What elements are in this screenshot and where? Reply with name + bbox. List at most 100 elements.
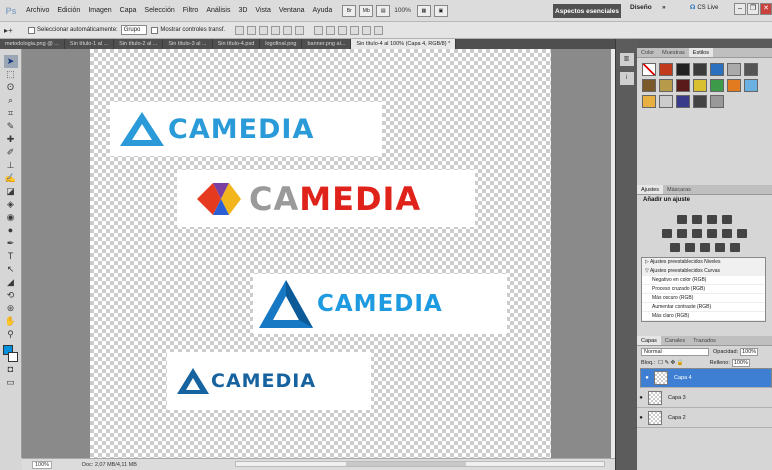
channel-mixer-icon[interactable] bbox=[737, 229, 747, 238]
tab-active-document[interactable]: Sin título-4 al 100% (Capa 4, RGB/8) * bbox=[351, 39, 457, 49]
tab-paths[interactable]: Trazados bbox=[689, 336, 720, 345]
align-center-icon[interactable] bbox=[283, 25, 293, 35]
style-swatch[interactable] bbox=[659, 79, 673, 92]
eraser-tool-icon[interactable]: ◪ bbox=[4, 185, 18, 198]
style-swatch[interactable] bbox=[659, 95, 673, 108]
auto-select-dropdown[interactable]: Grupo bbox=[120, 25, 148, 35]
align-bottom-icon[interactable] bbox=[259, 25, 269, 35]
distribute-right-icon[interactable] bbox=[374, 25, 384, 35]
pen-tool-icon[interactable]: ✒ bbox=[4, 237, 18, 250]
preset-group-curves[interactable]: ▽ Ajustes preestablecidos Curvas bbox=[642, 267, 765, 276]
minibridge-icon[interactable]: Mb bbox=[359, 4, 374, 17]
distribute-top-icon[interactable] bbox=[314, 25, 324, 35]
shape-tool-icon[interactable]: ◢ bbox=[4, 276, 18, 289]
arrange-documents-icon[interactable]: ▦ bbox=[416, 4, 431, 17]
style-swatch[interactable] bbox=[642, 79, 656, 92]
menu-ventana[interactable]: Ventana bbox=[275, 7, 309, 14]
cs-live[interactable]: ☊ CS Live bbox=[690, 4, 718, 12]
horizontal-scrollbar[interactable] bbox=[235, 461, 605, 467]
style-none[interactable] bbox=[642, 63, 656, 76]
style-swatch[interactable] bbox=[676, 95, 690, 108]
black-white-icon[interactable] bbox=[707, 229, 717, 238]
tab-metodologia[interactable]: metodologia.png @ ... bbox=[0, 39, 65, 49]
menu-edicion[interactable]: Edición bbox=[53, 7, 84, 14]
style-swatch[interactable] bbox=[693, 63, 707, 76]
screen-mode-icon[interactable]: ▭ bbox=[4, 376, 18, 389]
zoom-level[interactable]: 100% bbox=[394, 7, 411, 14]
tab-color[interactable]: Color bbox=[637, 48, 658, 57]
tab-channels[interactable]: Canales bbox=[661, 336, 689, 345]
photo-filter-icon[interactable] bbox=[722, 229, 732, 238]
distribute-middle-icon[interactable] bbox=[326, 25, 336, 35]
menu-ayuda[interactable]: Ayuda bbox=[309, 7, 337, 14]
preset-item[interactable]: Más oscuro (RGB) bbox=[642, 294, 765, 303]
style-swatch[interactable] bbox=[693, 95, 707, 108]
auto-select-checkbox[interactable] bbox=[28, 26, 35, 34]
scrollbar-thumb[interactable] bbox=[346, 462, 466, 466]
tab-sin-titulo-4-psd[interactable]: Sin título-4.psd bbox=[213, 39, 261, 49]
brush-tool-icon[interactable]: ✐ bbox=[4, 146, 18, 159]
layer-row[interactable]: ● Capa 2 bbox=[637, 408, 772, 428]
menu-imagen[interactable]: Imagen bbox=[84, 7, 115, 14]
hand-tool-icon[interactable]: ✋ bbox=[4, 315, 18, 328]
design-workspace[interactable]: Diseño bbox=[630, 4, 652, 11]
distribute-bottom-icon[interactable] bbox=[338, 25, 348, 35]
preset-item[interactable]: Proceso cruzado (RGB) bbox=[642, 285, 765, 294]
eyedropper-tool-icon[interactable]: ✎ bbox=[4, 120, 18, 133]
more-workspaces[interactable]: » bbox=[662, 4, 666, 11]
lock-icons[interactable]: ☐ ✎ ✥ 🔒 bbox=[658, 360, 684, 366]
move-tool-icon[interactable]: ▸+ bbox=[4, 26, 24, 35]
align-middle-icon[interactable] bbox=[247, 25, 257, 35]
info-icon[interactable]: i bbox=[619, 72, 634, 85]
document-size-info[interactable]: Doc: 2,07 MB/4,11 MB bbox=[82, 462, 137, 468]
tab-masks[interactable]: Máscaras bbox=[663, 185, 695, 194]
bridge-icon[interactable]: Br bbox=[342, 4, 357, 17]
dodge-tool-icon[interactable]: ● bbox=[4, 224, 18, 237]
tab-sin-titulo-1[interactable]: Sin título-1 al ... bbox=[65, 39, 115, 49]
levels-icon[interactable] bbox=[692, 215, 702, 224]
curves-icon[interactable] bbox=[707, 215, 717, 224]
menu-analisis[interactable]: Análisis bbox=[202, 7, 234, 14]
histogram-icon[interactable]: ▥ bbox=[619, 53, 634, 66]
style-swatch[interactable] bbox=[676, 79, 690, 92]
quick-select-tool-icon[interactable]: ⌕ bbox=[4, 94, 18, 107]
menu-archivo[interactable]: Archivo bbox=[22, 7, 53, 14]
style-swatch[interactable] bbox=[710, 79, 724, 92]
layer-row[interactable]: ● Capa 4 bbox=[640, 368, 772, 388]
align-top-icon[interactable] bbox=[235, 25, 245, 35]
menu-3d[interactable]: 3D bbox=[234, 7, 251, 14]
color-swatches[interactable] bbox=[2, 345, 19, 363]
view-extras-icon[interactable]: ▤ bbox=[376, 4, 391, 17]
preset-group-levels[interactable]: ▷ Ajustes preestablecidos Niveles bbox=[642, 258, 765, 267]
eye-icon[interactable]: ● bbox=[637, 415, 645, 421]
gradient-map-icon[interactable] bbox=[714, 243, 725, 252]
preset-item[interactable]: Más claro (RGB) bbox=[642, 312, 765, 321]
layer-row[interactable]: ● Capa 3 bbox=[637, 388, 772, 408]
transform-controls-checkbox[interactable] bbox=[151, 26, 159, 34]
tab-banner[interactable]: banner.png al... bbox=[302, 39, 352, 49]
style-swatch[interactable] bbox=[676, 63, 690, 76]
workspace-button[interactable]: Aspectos esenciales bbox=[553, 4, 621, 18]
clone-stamp-tool-icon[interactable]: ⊥ bbox=[4, 159, 18, 172]
crop-tool-icon[interactable]: ⌗ bbox=[4, 107, 18, 120]
gradient-tool-icon[interactable]: ◈ bbox=[4, 198, 18, 211]
style-swatch[interactable] bbox=[693, 79, 707, 92]
menu-seleccion[interactable]: Selección bbox=[140, 7, 178, 14]
preset-item[interactable]: Negativo en color (RGB) bbox=[642, 276, 765, 285]
menu-filtro[interactable]: Filtro bbox=[179, 7, 203, 14]
tab-styles[interactable]: Estilos bbox=[688, 48, 713, 57]
tab-sin-titulo-2[interactable]: Sin título-2 al ... bbox=[114, 39, 164, 49]
opacity-field[interactable]: 100% bbox=[740, 347, 759, 356]
tab-adjustments[interactable]: Ajustes bbox=[637, 185, 664, 194]
align-left-icon[interactable] bbox=[271, 25, 281, 35]
vibrance-icon[interactable] bbox=[662, 229, 672, 238]
style-swatch[interactable] bbox=[744, 63, 758, 76]
align-right-icon[interactable] bbox=[295, 25, 305, 35]
document-canvas[interactable]: CAMEDIA CA MEDIA CAMEDIA CAMEDIA bbox=[90, 49, 551, 458]
style-swatch[interactable] bbox=[710, 95, 724, 108]
eye-icon[interactable]: ● bbox=[637, 395, 645, 401]
style-swatch[interactable] bbox=[659, 63, 673, 76]
color-balance-icon[interactable] bbox=[692, 229, 702, 238]
brightness-icon[interactable] bbox=[677, 215, 687, 224]
restore-button[interactable]: ❐ bbox=[747, 3, 759, 15]
